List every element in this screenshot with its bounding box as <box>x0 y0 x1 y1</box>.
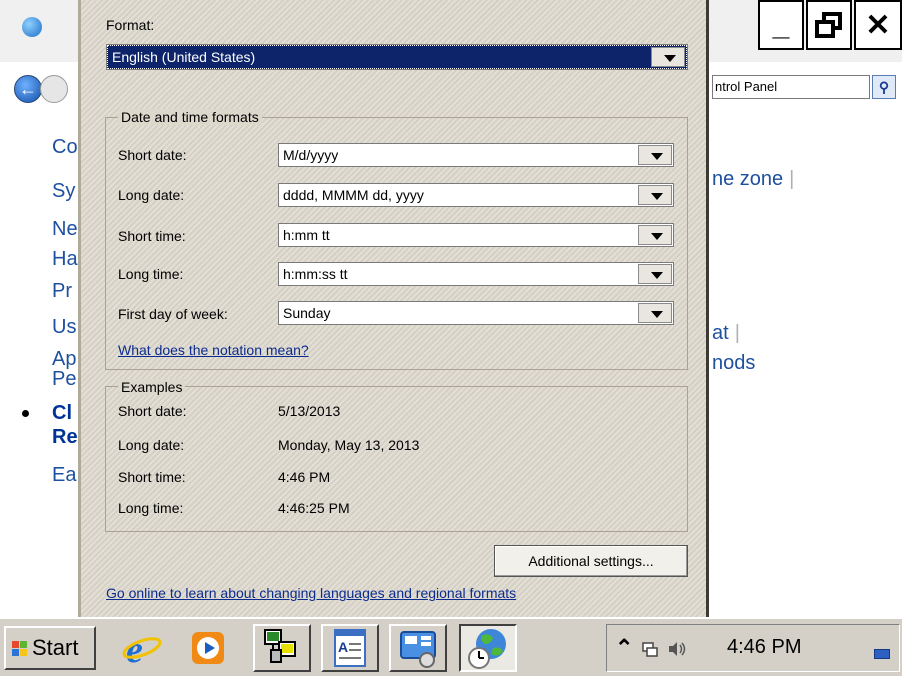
chevron-down-icon <box>651 153 663 160</box>
left-nav-item[interactable]: Ne <box>52 218 78 241</box>
taskbar-app-region[interactable] <box>459 624 517 672</box>
region-dialog: Format: English (United States) Date and… <box>78 0 709 617</box>
media-player-icon[interactable] <box>188 628 228 668</box>
system-tray: ⌃ 4:46 PM <box>606 624 900 672</box>
long-time-value: h:mm:ss tt <box>283 266 348 282</box>
short-date-dropdown[interactable]: M/d/yyyy <box>278 143 674 167</box>
additional-settings-button[interactable]: Additional settings... <box>494 545 688 577</box>
chevron-down-icon <box>651 233 663 240</box>
left-nav-item-current: Re <box>52 426 78 448</box>
format-label: Format: <box>106 17 155 33</box>
example-short-time-label: Short time: <box>118 469 186 485</box>
restore-button[interactable] <box>806 0 852 50</box>
region-globe-icon <box>468 629 506 669</box>
dropdown-button[interactable] <box>638 185 672 205</box>
start-label: Start <box>32 635 79 660</box>
dropdown-button[interactable] <box>651 47 685 67</box>
taskbar-app-control-panel[interactable] <box>389 624 447 672</box>
search-icon[interactable]: ⚲ <box>872 75 896 99</box>
dropdown-button[interactable] <box>638 264 672 284</box>
chevron-down-icon <box>664 55 676 62</box>
example-short-time-value: 4:46 PM <box>278 469 331 485</box>
example-long-time-label: Long time: <box>118 500 184 516</box>
left-nav-item[interactable]: Sy <box>52 180 75 203</box>
show-desktop-icon[interactable] <box>874 649 890 659</box>
short-time-value: h:mm tt <box>283 227 330 243</box>
taskbar: Start e A ⌃ 4:46 PM <box>0 617 902 676</box>
example-long-date-label: Long date: <box>118 437 185 453</box>
left-nav-item[interactable]: Pe <box>52 368 76 391</box>
short-date-value: M/d/yyyy <box>283 147 339 163</box>
left-nav-item[interactable]: Pr <box>52 280 72 303</box>
left-nav-item[interactable]: Ea <box>52 464 76 487</box>
taskbar-clock[interactable]: 4:46 PM <box>727 636 801 659</box>
short-date-label: Short date: <box>118 147 187 163</box>
chevron-down-icon <box>651 311 663 318</box>
examples-group: Examples <box>105 379 688 532</box>
first-day-value: Sunday <box>283 305 331 321</box>
start-button[interactable]: Start <box>4 626 96 670</box>
long-date-value: dddd, MMMM dd, yyyy <box>283 187 424 203</box>
notation-help-link[interactable]: What does the notation mean? <box>118 342 309 358</box>
right-task-link[interactable]: at | <box>712 322 740 345</box>
right-task-link[interactable]: ne zone | <box>712 168 794 191</box>
address-bar[interactable]: ntrol Panel <box>712 75 870 99</box>
first-day-dropdown[interactable]: Sunday <box>278 301 674 325</box>
control-panel-app-icon <box>22 17 42 37</box>
format-value: English (United States) <box>112 49 256 65</box>
online-help-link[interactable]: Go online to learn about changing langua… <box>106 585 516 601</box>
example-long-time-value: 4:46:25 PM <box>278 500 350 516</box>
example-long-date-value: Monday, May 13, 2013 <box>278 437 420 453</box>
dropdown-button[interactable] <box>638 303 672 323</box>
long-time-dropdown[interactable]: h:mm:ss tt <box>278 262 674 286</box>
example-short-date-label: Short date: <box>118 403 187 419</box>
chevron-down-icon <box>651 193 663 200</box>
dropdown-button[interactable] <box>638 145 672 165</box>
first-day-label: First day of week: <box>118 306 228 322</box>
internet-explorer-icon[interactable]: e <box>122 628 162 668</box>
right-task-link[interactable]: nods <box>712 352 755 375</box>
bullet-icon <box>22 410 29 417</box>
control-panel-icon <box>400 631 436 668</box>
left-nav-item-current: Cl <box>52 402 72 424</box>
network-connections-icon <box>264 629 296 663</box>
taskbar-app-network[interactable] <box>253 624 311 672</box>
taskbar-app-wordpad[interactable]: A <box>321 624 379 672</box>
format-dropdown[interactable]: English (United States) <box>106 44 688 70</box>
long-date-dropdown[interactable]: dddd, MMMM dd, yyyy <box>278 183 674 207</box>
left-nav-item[interactable]: Ha <box>52 248 78 271</box>
windows-logo-icon <box>12 641 28 657</box>
forward-arrow-icon[interactable] <box>40 75 68 103</box>
minimize-button[interactable]: _ <box>758 0 804 50</box>
example-short-date-value: 5/13/2013 <box>278 403 341 419</box>
svg-text:A: A <box>338 639 348 655</box>
wordpad-icon: A <box>334 629 366 667</box>
group-title: Date and time formats <box>118 109 262 125</box>
network-tray-icon[interactable] <box>641 640 659 658</box>
show-hidden-icons-chevron-icon[interactable]: ⌃ <box>615 635 633 661</box>
dropdown-button[interactable] <box>638 225 672 245</box>
short-time-dropdown[interactable]: h:mm tt <box>278 223 674 247</box>
chevron-down-icon <box>651 272 663 279</box>
long-date-label: Long date: <box>118 187 185 203</box>
close-button[interactable]: ✕ <box>854 0 902 50</box>
back-arrow-icon[interactable]: ← <box>14 75 42 103</box>
left-nav-item[interactable]: Co <box>52 136 78 159</box>
short-time-label: Short time: <box>118 228 186 244</box>
left-nav-item[interactable]: Us <box>52 316 76 339</box>
long-time-label: Long time: <box>118 266 184 282</box>
volume-icon[interactable] <box>667 640 687 658</box>
restore-icon <box>815 12 842 38</box>
group-title: Examples <box>118 379 186 395</box>
